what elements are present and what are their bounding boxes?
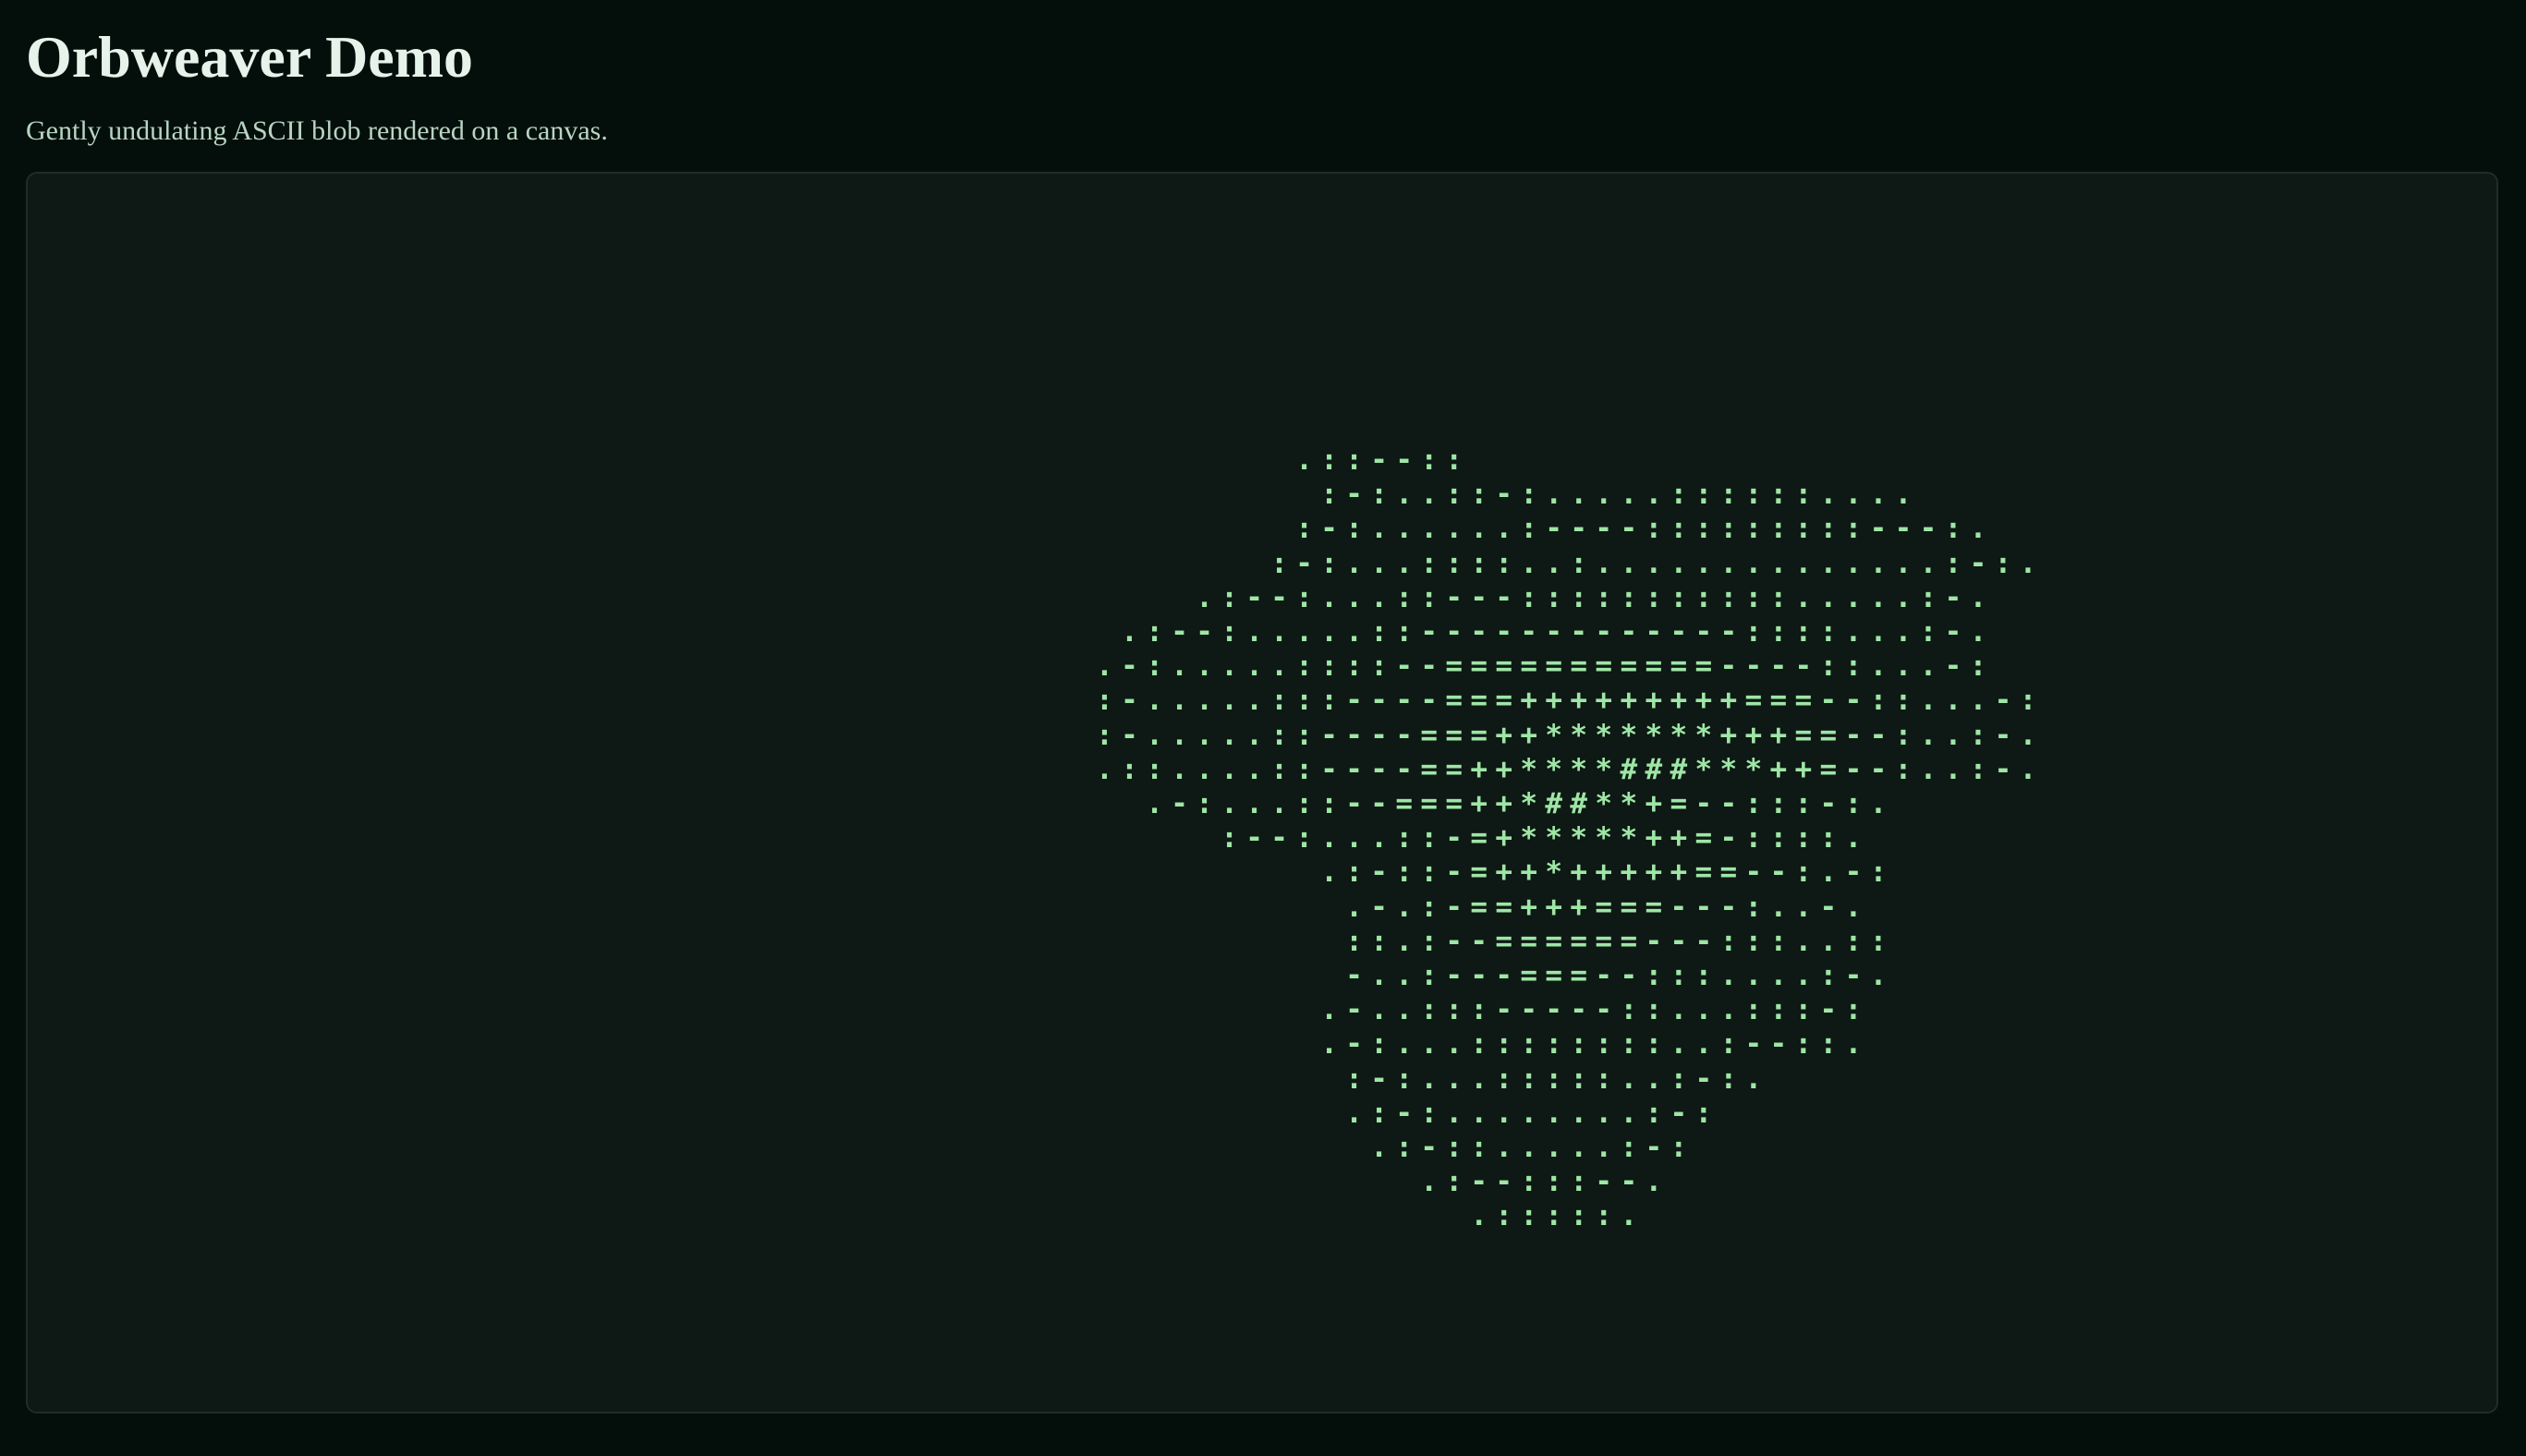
ascii-line: -..:---===--:::....:-. [796,959,1895,993]
ascii-line: :-:..::-:.....::::::.... [796,478,1920,512]
ascii-line: :-:......:----:::::::::---:. [796,512,1995,546]
ascii-line: .:--:...::---:::::::::::.....:-. [796,580,1995,614]
ascii-line: .:-::.....:-: [796,1131,1695,1165]
ascii-line: :-:...::::..:..............:-:. [796,546,2045,580]
ascii-canvas: .::--:: :-:..::-:.....::::::.... :-:....… [26,172,2498,1414]
ascii-line: .::--:: [796,443,1471,477]
ascii-line: .:--:::--. [796,1165,1670,1199]
ascii-line: .-..:::-----::...:::-: [796,993,1870,1027]
ascii-line: .-:.....::::--===========----::...-: [796,649,1995,684]
ascii-line: .:::::. [796,1199,1646,1233]
ascii-line: :-:...:::::..:-:. [796,1062,1770,1096]
ascii-line: .:-:........:-: [796,1096,1720,1130]
ascii-blob: .::--:: :-:..::-:.....::::::.... :-:....… [796,443,2045,1234]
ascii-line: :--:...::-=+*****++=-::::. [796,821,1870,855]
ascii-line: ::.:--======---:::..:: [796,924,1895,958]
ascii-line: .:--:.....::-------------::::...:-. [796,615,1995,649]
page-subtitle: Gently undulating ASCII blob rendered on… [26,115,608,146]
ascii-line: .::....::----==++****###***++=--:..:-. [796,752,2045,786]
ascii-line: .-:...::--===++*##**+=--:::-:. [796,787,1895,821]
ascii-line: :-.....:::----===+++++++++===--::...-: [796,684,2045,718]
ascii-line: .-:...::::::::..:--::. [796,1027,1870,1062]
ascii-line: .-.:-==+++===---:..-. [796,890,1870,924]
ascii-line: :-.....::----===++*******+++==--:..:-. [796,718,2045,752]
page-title: Orbweaver Demo [26,24,473,90]
ascii-line: .:-::-=++*+++++==--:.-: [796,855,1895,890]
